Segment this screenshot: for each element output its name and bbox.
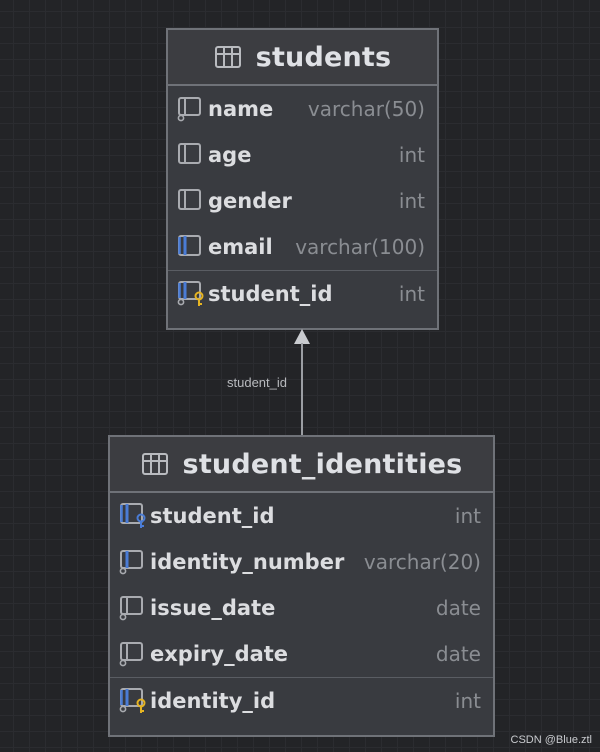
table-header: student_identities — [110, 437, 493, 493]
column-name: issue_date — [150, 596, 276, 620]
column-name: gender — [208, 189, 292, 213]
table-title: student_identities — [182, 448, 463, 480]
indexed-column-icon — [118, 548, 150, 576]
table-students[interactable]: students name varchar(50) age int gender… — [166, 28, 439, 330]
column-row[interactable]: gender int — [168, 178, 437, 224]
column-type: int — [398, 143, 425, 167]
table-icon — [141, 452, 169, 476]
column-name: email — [208, 235, 273, 259]
column-row[interactable]: student_id int — [168, 270, 437, 316]
column-name: name — [208, 97, 274, 121]
column-icon — [176, 187, 208, 215]
column-type: date — [435, 596, 481, 620]
column-row[interactable]: name varchar(50) — [168, 86, 437, 132]
table-header: students — [168, 30, 437, 86]
column-type: varchar(50) — [307, 97, 425, 121]
column-icon — [176, 95, 208, 123]
column-name: student_id — [208, 281, 333, 306]
column-row[interactable]: age int — [168, 132, 437, 178]
column-row[interactable]: issue_date date — [110, 585, 493, 631]
table-title: students — [255, 41, 392, 73]
table-student-identities[interactable]: student_identities student_id int identi… — [108, 435, 495, 737]
column-row[interactable]: identity_number varchar(20) — [110, 539, 493, 585]
primary-key-icon — [176, 280, 208, 308]
relation-arrowhead — [294, 329, 310, 344]
column-icon — [176, 141, 208, 169]
column-row[interactable]: email varchar(100) — [168, 224, 437, 270]
column-type: int — [454, 688, 481, 713]
column-type: date — [435, 642, 481, 666]
column-name: identity_id — [150, 688, 276, 713]
column-name: identity_number — [150, 550, 345, 574]
table-icon — [214, 45, 242, 69]
column-type: int — [398, 281, 425, 306]
watermark: CSDN @Blue.ztl — [510, 734, 592, 746]
column-name: age — [208, 143, 252, 167]
column-type: varchar(100) — [295, 235, 425, 259]
relation-line[interactable] — [301, 343, 303, 435]
column-row[interactable]: student_id int — [110, 493, 493, 539]
indexed-column-icon — [176, 233, 208, 261]
column-type: int — [398, 189, 425, 213]
column-type: varchar(20) — [363, 550, 481, 574]
foreign-key-icon — [118, 502, 150, 530]
primary-key-icon — [118, 687, 150, 715]
column-icon — [118, 640, 150, 668]
column-name: expiry_date — [150, 642, 289, 666]
column-row[interactable]: identity_id int — [110, 677, 493, 723]
column-type: int — [454, 504, 481, 528]
column-icon — [118, 594, 150, 622]
column-name: student_id — [150, 504, 275, 528]
column-row[interactable]: expiry_date date — [110, 631, 493, 677]
relation-label: student_id — [227, 375, 287, 390]
